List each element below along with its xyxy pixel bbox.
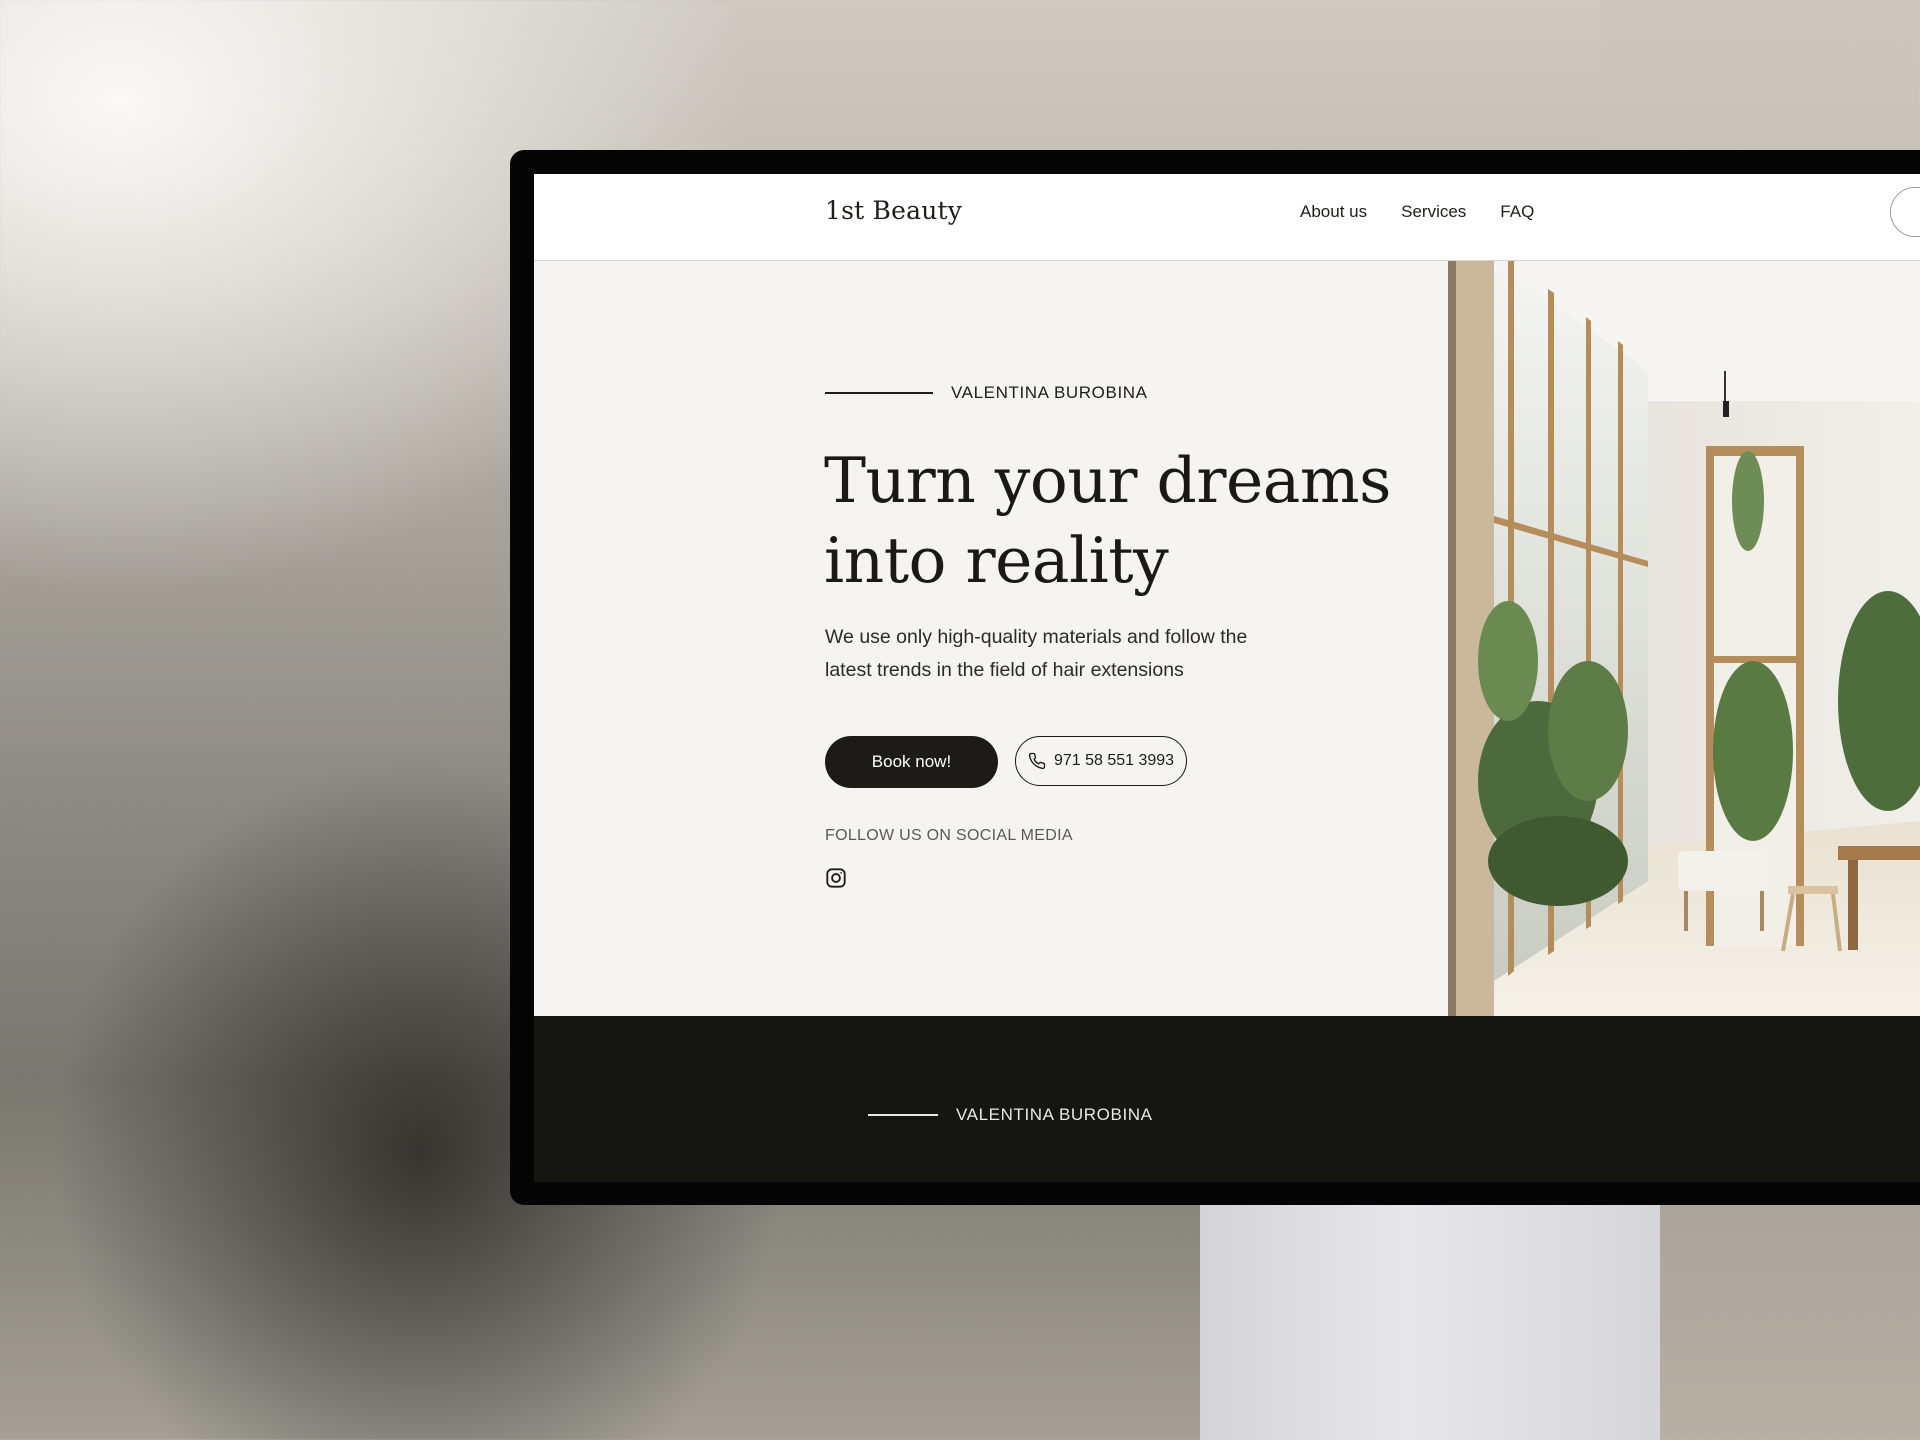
phone-button[interactable]: 971 58 551 3993 bbox=[1015, 736, 1187, 786]
dark-section bbox=[534, 1016, 1920, 1182]
website-screen: 1st Beauty About us Services FAQ VALENTI… bbox=[534, 174, 1920, 1182]
monitor-stand bbox=[1200, 1200, 1660, 1440]
follow-label: FOLLOW US ON SOCIAL MEDIA bbox=[825, 827, 1073, 844]
main-nav: About us Services FAQ bbox=[1300, 202, 1534, 222]
dark-section-eyebrow: VALENTINA BUROBINA bbox=[868, 1105, 1153, 1125]
dark-eyebrow-rule bbox=[868, 1114, 938, 1116]
book-now-button[interactable]: Book now! bbox=[825, 736, 998, 788]
hero-title-line2: into reality bbox=[824, 524, 1169, 597]
hero-title: Turn your dreams into reality bbox=[824, 441, 1424, 601]
hero-section: VALENTINA BUROBINA Turn your dreams into … bbox=[534, 261, 1448, 1016]
hero-subtitle-line1: We use only high-quality materials and f… bbox=[825, 626, 1248, 648]
phone-number: 971 58 551 3993 bbox=[1053, 752, 1175, 769]
hero-interior-image bbox=[1448, 261, 1920, 1016]
site-logo[interactable]: 1st Beauty bbox=[825, 196, 962, 225]
phone-icon bbox=[1028, 752, 1046, 770]
header-action-button[interactable] bbox=[1890, 187, 1920, 237]
instagram-icon[interactable] bbox=[825, 867, 847, 889]
hero-subtitle: We use only high-quality materials and f… bbox=[825, 621, 1295, 687]
hero-title-line1: Turn your dreams bbox=[824, 444, 1391, 517]
nav-about-us[interactable]: About us bbox=[1300, 202, 1367, 222]
hero-eyebrow: VALENTINA BUROBINA bbox=[825, 383, 1148, 403]
interior-photo bbox=[1448, 261, 1920, 1016]
nav-faq[interactable]: FAQ bbox=[1500, 202, 1534, 222]
eyebrow-rule bbox=[825, 392, 933, 394]
hero-subtitle-line2: latest trends in the field of hair exten… bbox=[825, 659, 1184, 681]
eyebrow-text: VALENTINA BUROBINA bbox=[951, 383, 1148, 402]
nav-services[interactable]: Services bbox=[1401, 202, 1466, 222]
site-header: 1st Beauty About us Services FAQ bbox=[534, 174, 1920, 261]
dark-eyebrow-text: VALENTINA BUROBINA bbox=[956, 1105, 1153, 1124]
